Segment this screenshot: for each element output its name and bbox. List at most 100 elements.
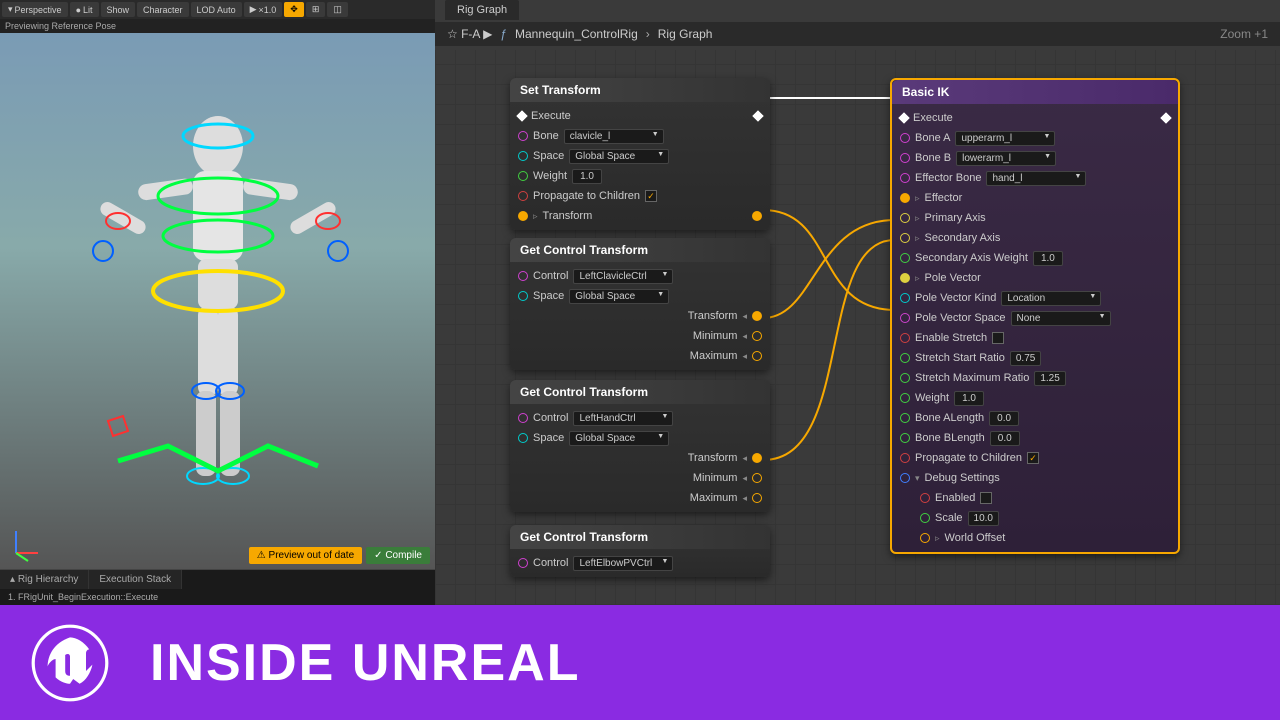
control-pin[interactable] bbox=[518, 413, 528, 423]
weight-pin[interactable] bbox=[900, 393, 910, 403]
camera-icon[interactable]: ◫ bbox=[327, 2, 348, 17]
node-header[interactable]: Get Control Transform bbox=[510, 380, 770, 404]
space-dropdown[interactable]: Global Space bbox=[569, 431, 669, 446]
bone-b-len-pin[interactable] bbox=[900, 433, 910, 443]
node-set-transform[interactable]: Set Transform Execute Boneclavicle_l Spa… bbox=[510, 78, 770, 230]
effector-bone-pin[interactable] bbox=[900, 173, 910, 183]
show-button[interactable]: Show bbox=[101, 2, 136, 17]
enable-stretch-checkbox[interactable] bbox=[992, 332, 1004, 344]
propagate-pin[interactable] bbox=[518, 191, 528, 201]
control-dropdown[interactable]: LeftElbowPVCtrl bbox=[573, 556, 673, 571]
propagate-pin[interactable] bbox=[900, 453, 910, 463]
space-pin[interactable] bbox=[518, 151, 528, 161]
graph-panel: Rig Graph ☆ F-A ▶ ƒ Mannequin_ControlRig… bbox=[435, 0, 1280, 605]
control-dropdown[interactable]: LeftClavicleCtrl bbox=[573, 269, 673, 284]
transform-pin[interactable] bbox=[518, 211, 528, 221]
debug-pin[interactable] bbox=[900, 473, 910, 483]
exec-in-pin[interactable] bbox=[516, 110, 527, 121]
lit-button[interactable]: ● Lit bbox=[70, 2, 99, 17]
enable-stretch-pin[interactable] bbox=[900, 333, 910, 343]
space-pin[interactable] bbox=[518, 433, 528, 443]
bone-a-pin[interactable] bbox=[900, 133, 910, 143]
weight-pin[interactable] bbox=[518, 171, 528, 181]
transform-mode-icon[interactable]: ✥ bbox=[284, 2, 304, 17]
control-pin[interactable] bbox=[518, 558, 528, 568]
scale-input[interactable]: 10.0 bbox=[968, 511, 999, 526]
viewport-3d[interactable]: ⚠ Preview out of date ✓ Compile bbox=[0, 33, 435, 569]
breadcrumb-root[interactable]: ☆ F-A ▶ bbox=[447, 27, 492, 41]
propagate-checkbox[interactable]: ✓ bbox=[1027, 452, 1039, 464]
stretch-max-pin[interactable] bbox=[900, 373, 910, 383]
max-out-pin[interactable] bbox=[752, 493, 762, 503]
perspective-button[interactable]: ▾ Perspective bbox=[2, 2, 68, 17]
sec-axis-weight-pin[interactable] bbox=[900, 253, 910, 263]
control-pin[interactable] bbox=[518, 271, 528, 281]
lod-button[interactable]: LOD Auto bbox=[191, 2, 242, 17]
pole-kind-dropdown[interactable]: Location bbox=[1001, 291, 1101, 306]
control-dropdown[interactable]: LeftHandCtrl bbox=[573, 411, 673, 426]
node-graph[interactable]: Set Transform Execute Boneclavicle_l Spa… bbox=[435, 50, 1280, 605]
preview-out-of-date-button[interactable]: ⚠ Preview out of date bbox=[249, 547, 362, 564]
sec-axis-weight-input[interactable]: 1.0 bbox=[1033, 251, 1063, 266]
bone-a-len-pin[interactable] bbox=[900, 413, 910, 423]
pole-vector-pin[interactable] bbox=[900, 273, 910, 283]
stretch-start-pin[interactable] bbox=[900, 353, 910, 363]
tab-execution-stack[interactable]: Execution Stack bbox=[89, 570, 182, 589]
weight-input[interactable]: 1.0 bbox=[954, 391, 984, 406]
propagate-checkbox[interactable]: ✓ bbox=[645, 190, 657, 202]
snap-icon[interactable]: ⊞ bbox=[306, 2, 326, 17]
bone-a-len-input[interactable]: 0.0 bbox=[989, 411, 1019, 426]
secondary-axis-pin[interactable] bbox=[900, 233, 910, 243]
min-out-pin[interactable] bbox=[752, 331, 762, 341]
space-dropdown[interactable]: Global Space bbox=[569, 149, 669, 164]
effector-pin[interactable] bbox=[900, 193, 910, 203]
execution-stack-item[interactable]: 1. FRigUnit_BeginExecution::Execute bbox=[0, 589, 435, 605]
speed-button[interactable]: ▶ ×1.0 bbox=[244, 2, 283, 17]
expand-icon[interactable]: ▹ bbox=[533, 211, 538, 222]
node-basic-ik[interactable]: Basic IK Execute Bone Aupperarm_l Bone B… bbox=[890, 78, 1180, 554]
transform-out-pin[interactable] bbox=[752, 453, 762, 463]
scale-pin[interactable] bbox=[920, 513, 930, 523]
node-get-control-transform-2[interactable]: Get Control Transform ControlLeftHandCtr… bbox=[510, 380, 770, 512]
pole-space-dropdown[interactable]: None bbox=[1011, 311, 1111, 326]
stretch-start-input[interactable]: 0.75 bbox=[1010, 351, 1041, 366]
node-header[interactable]: Set Transform bbox=[510, 78, 770, 102]
tab-rig-hierarchy[interactable]: ▴ Rig Hierarchy bbox=[0, 570, 89, 589]
node-get-control-transform-1[interactable]: Get Control Transform ControlLeftClavicl… bbox=[510, 238, 770, 370]
bone-a-dropdown[interactable]: upperarm_l bbox=[955, 131, 1055, 146]
enabled-pin[interactable] bbox=[920, 493, 930, 503]
node-header[interactable]: Get Control Transform bbox=[510, 525, 770, 549]
viewport-toolbar: ▾ Perspective ● Lit Show Character LOD A… bbox=[0, 0, 435, 19]
exec-in-pin[interactable] bbox=[898, 112, 909, 123]
weight-input[interactable]: 1.0 bbox=[572, 169, 602, 184]
min-out-pin[interactable] bbox=[752, 473, 762, 483]
enabled-checkbox[interactable] bbox=[980, 492, 992, 504]
node-header[interactable]: Get Control Transform bbox=[510, 238, 770, 262]
exec-out-pin[interactable] bbox=[1160, 112, 1171, 123]
breadcrumb-asset[interactable]: Mannequin_ControlRig bbox=[515, 27, 638, 41]
node-header[interactable]: Basic IK bbox=[892, 80, 1178, 104]
bone-b-pin[interactable] bbox=[900, 153, 910, 163]
effector-dropdown[interactable]: hand_l bbox=[986, 171, 1086, 186]
unreal-logo-icon bbox=[30, 623, 110, 703]
bone-pin[interactable] bbox=[518, 131, 528, 141]
stretch-max-input[interactable]: 1.25 bbox=[1034, 371, 1065, 386]
world-offset-pin[interactable] bbox=[920, 533, 930, 543]
bone-b-dropdown[interactable]: lowerarm_l bbox=[956, 151, 1056, 166]
space-pin[interactable] bbox=[518, 291, 528, 301]
primary-axis-pin[interactable] bbox=[900, 213, 910, 223]
transform-out-pin[interactable] bbox=[752, 311, 762, 321]
compile-button[interactable]: ✓ Compile bbox=[366, 547, 430, 564]
tab-rig-graph[interactable]: Rig Graph bbox=[445, 0, 519, 20]
max-out-pin[interactable] bbox=[752, 351, 762, 361]
pole-space-pin[interactable] bbox=[900, 313, 910, 323]
bone-b-len-input[interactable]: 0.0 bbox=[990, 431, 1020, 446]
node-get-control-transform-3[interactable]: Get Control Transform ControlLeftElbowPV… bbox=[510, 525, 770, 577]
breadcrumb-graph[interactable]: Rig Graph bbox=[658, 27, 713, 41]
exec-out-pin[interactable] bbox=[752, 110, 763, 121]
bone-dropdown[interactable]: clavicle_l bbox=[564, 129, 664, 144]
pole-kind-pin[interactable] bbox=[900, 293, 910, 303]
transform-out-pin[interactable] bbox=[752, 211, 762, 221]
character-button[interactable]: Character bbox=[137, 2, 189, 17]
space-dropdown[interactable]: Global Space bbox=[569, 289, 669, 304]
